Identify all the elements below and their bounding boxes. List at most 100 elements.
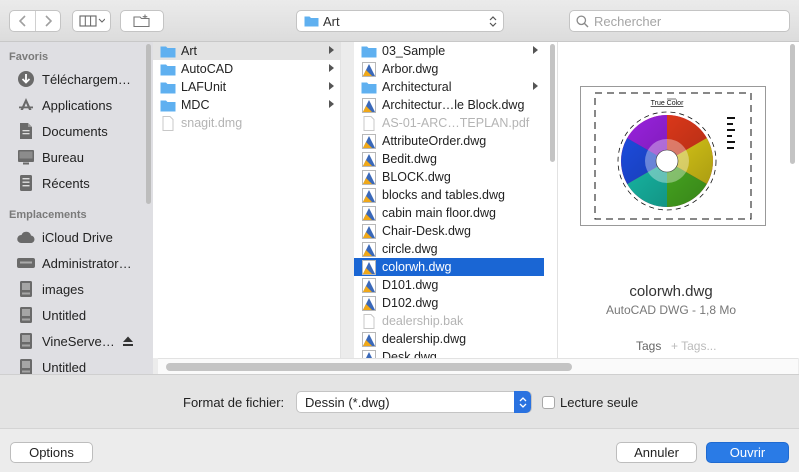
sidebar-item-desktop[interactable]: Bureau [16,147,146,167]
list-item-dwg[interactable]: BLOCK.dwg [354,168,544,186]
format-label: Format de fichier: [183,395,285,410]
cancel-button[interactable]: Annuler [616,442,697,463]
sidebar-item-downloads[interactable]: Téléchargem… [16,69,146,89]
preview-file-name: colorwh.dwg [629,283,713,300]
dwg-file-icon [360,97,378,113]
cloud-icon [16,228,36,246]
chevron-right-icon [329,46,334,54]
list-item-folder[interactable]: LAFUnit [153,78,340,96]
downloads-icon [16,70,36,88]
dwg-file-icon [360,61,378,77]
chevron-right-icon [533,82,538,90]
dwg-file-icon [360,295,378,311]
list-item-folder[interactable]: Architectural [354,78,544,96]
list-item-folder[interactable]: MDC [153,96,340,114]
list-item-file[interactable]: snagit.dmg [153,114,340,132]
open-button[interactable]: Ouvrir [706,442,789,463]
forward-button[interactable] [35,11,60,31]
list-item-dwg[interactable]: dealership.dwg [354,330,544,348]
favorites-heading: Favoris [9,51,49,63]
dwg-file-icon [360,241,378,257]
list-item-dwg[interactable]: Bedit.dwg [354,150,544,168]
list-item-dwg[interactable]: D102.dwg [354,294,544,312]
preview-file-type: AutoCAD DWG - 1,8 Mo [605,303,737,317]
folder-icon [304,16,319,27]
folder-icon [159,97,177,113]
list-item-dwg[interactable]: blocks and tables.dwg [354,186,544,204]
dwg-file-icon [360,223,378,239]
list-item-dwg[interactable]: D101.dwg [354,276,544,294]
search-placeholder: Rechercher [594,14,662,29]
sidebar-item-images[interactable]: images [16,279,146,299]
new-folder-button[interactable] [120,10,164,32]
sidebar-item-administrator[interactable]: Administrator… [16,253,146,273]
recents-icon [16,174,36,192]
column-1: Art AutoCAD LAFUnit MDC snagit.dmg [153,42,341,358]
column-2: 03_Sample Arbor.dwg Architectural Archit… [354,42,558,358]
horizontal-scrollbar[interactable] [158,358,798,374]
path-label: Art [323,14,340,29]
horizontal-scroll-thumb[interactable] [166,363,572,371]
chevron-right-icon [329,100,334,108]
document-icon [360,115,378,131]
view-mode-button[interactable] [72,10,111,32]
sidebar-item-untitled-2[interactable]: Untitled [16,357,146,374]
sidebar-item-icloud[interactable]: iCloud Drive [16,227,146,247]
folder-icon [360,79,378,95]
list-item-dwg[interactable]: circle.dwg [354,240,544,258]
document-icon [159,115,177,131]
list-item-dwg[interactable]: Architectur…le Block.dwg [354,96,544,114]
sidebar-item-recents[interactable]: Récents [16,173,146,193]
back-button[interactable] [10,11,35,31]
readonly-checkbox[interactable] [542,396,555,409]
documents-icon [16,122,36,140]
sidebar-item-documents[interactable]: Documents [16,121,146,141]
new-folder-icon [133,14,150,28]
list-item-dwg-selected[interactable]: colorwh.dwg [354,258,544,276]
format-area: Format de fichier: Dessin (*.dwg) Lectur… [0,374,799,428]
thumbnail-title: True Color [651,100,684,107]
dwg-file-icon [360,169,378,185]
options-button[interactable]: Options [10,442,93,463]
folder-icon [159,61,177,77]
tags-input[interactable]: + Tags... [671,339,716,353]
updown-chevron-icon [489,16,497,27]
footer: Options Annuler Ouvrir [0,428,799,472]
list-item-folder[interactable]: Art [153,42,340,60]
toolbar: Art Rechercher [0,0,799,42]
list-item-folder[interactable]: 03_Sample [354,42,544,60]
sidebar-item-applications[interactable]: Applications [16,95,146,115]
desktop-icon [16,148,36,166]
chevron-right-icon [533,46,538,54]
list-item-dwg[interactable]: cabin main floor.dwg [354,204,544,222]
column-2-scrollbar[interactable] [550,44,555,162]
legend-block [727,117,735,149]
updown-chevron-icon [514,391,531,413]
list-item-file[interactable]: dealership.bak [354,312,544,330]
computer-icon [16,254,36,272]
sidebar-item-untitled-1[interactable]: Untitled [16,305,146,325]
search-field[interactable]: Rechercher [569,10,790,32]
path-popup[interactable]: Art [296,10,504,32]
sidebar-scrollbar[interactable] [146,44,151,204]
chevron-right-icon [329,82,334,90]
format-select[interactable]: Dessin (*.dwg) [296,391,532,413]
disk-icon [16,358,36,374]
eject-icon[interactable] [122,336,134,347]
list-item-dwg[interactable]: Desk.dwg [354,348,544,358]
columns-view-icon [78,15,105,27]
list-item-folder[interactable]: AutoCAD [153,60,340,78]
dwg-file-icon [360,331,378,347]
dwg-file-icon [360,151,378,167]
dwg-file-icon [360,205,378,221]
list-item-dwg[interactable]: Arbor.dwg [354,60,544,78]
list-item-file[interactable]: AS-01-ARC…TEPLAN.pdf [354,114,544,132]
preview-scrollbar[interactable] [790,44,795,164]
format-value: Dessin (*.dwg) [305,395,390,410]
list-item-dwg[interactable]: Chair-Desk.dwg [354,222,544,240]
list-item-dwg[interactable]: AttributeOrder.dwg [354,132,544,150]
dwg-file-icon [360,277,378,293]
dwg-file-icon [360,187,378,203]
dwg-file-icon [360,133,378,149]
dwg-file-icon [360,259,378,275]
